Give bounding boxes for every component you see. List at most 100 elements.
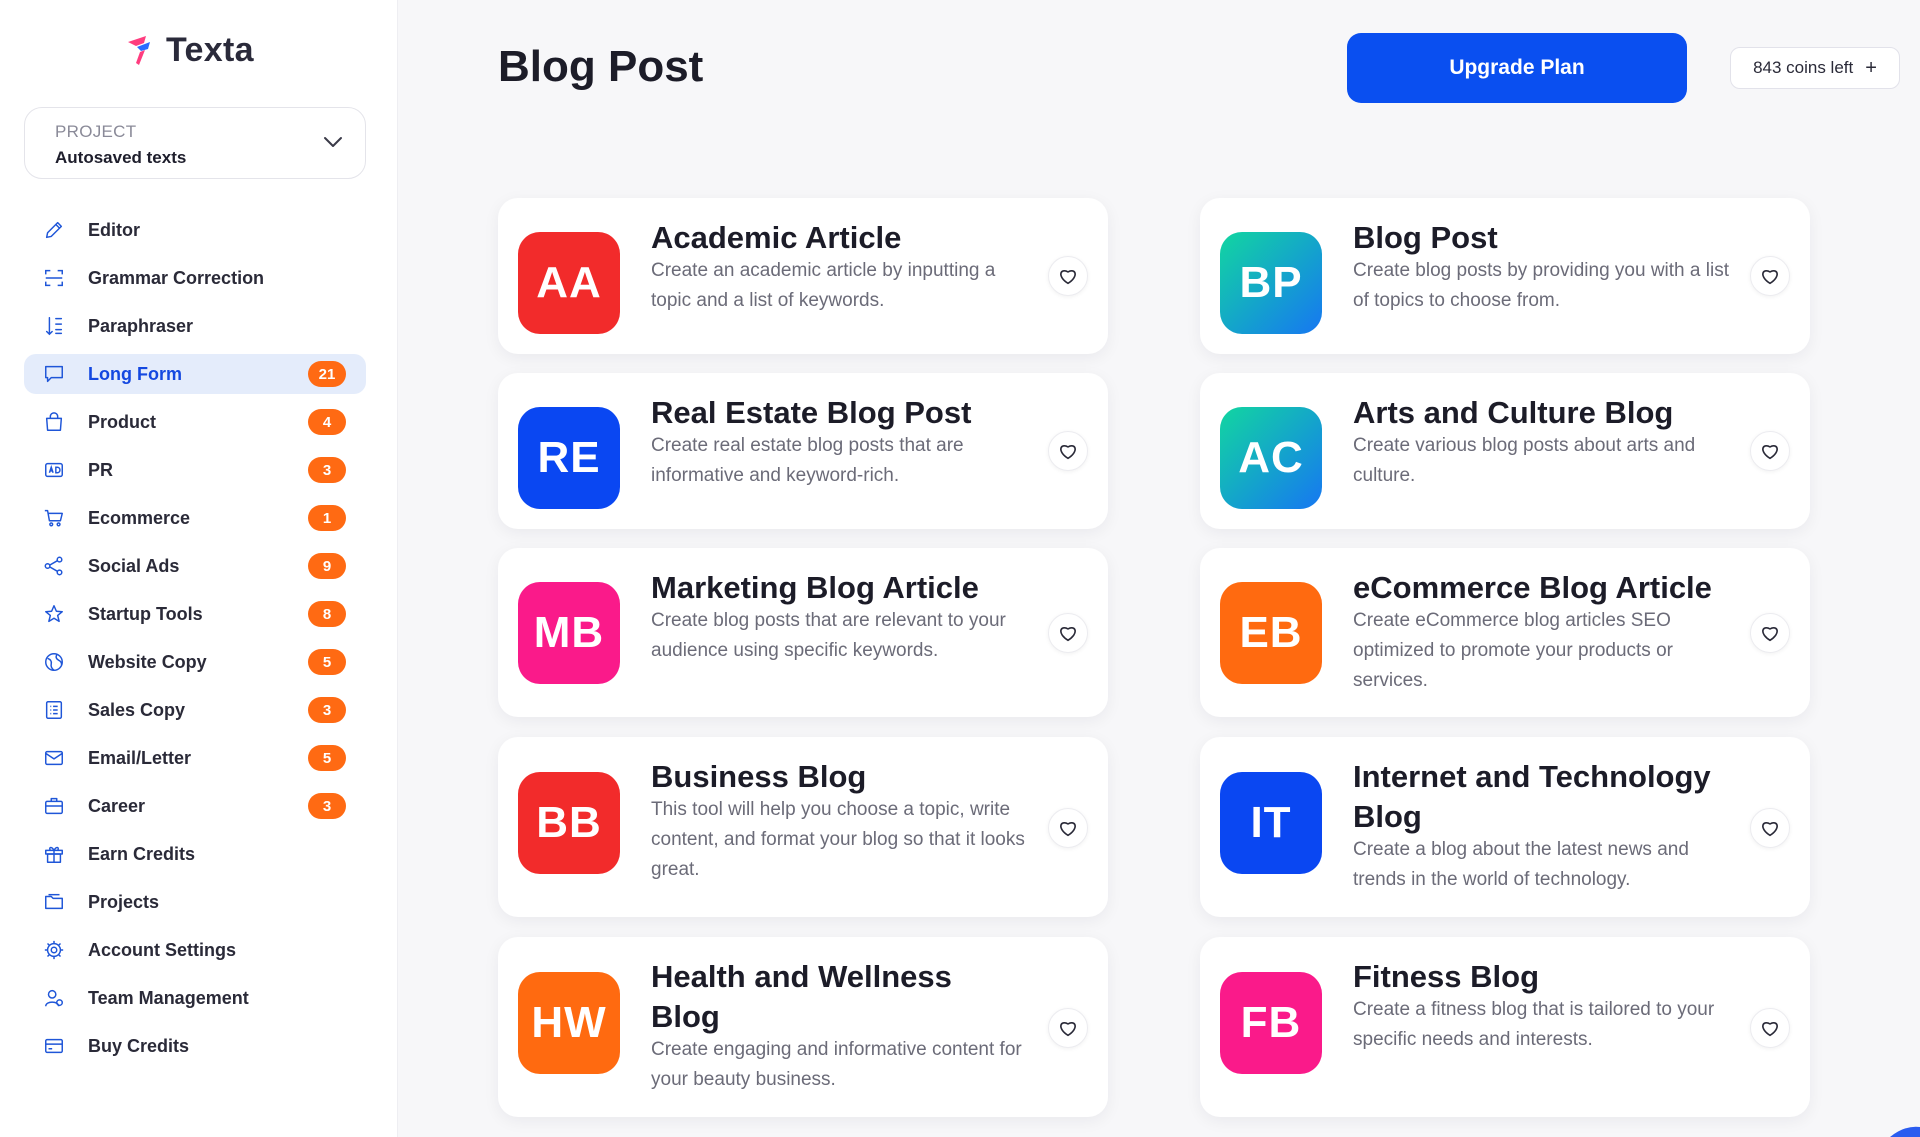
template-description: Create a blog about the latest news and … [1353,839,1689,890]
sidebar-item-earn-credits[interactable]: Earn Credits [24,834,366,874]
mail-icon [42,746,66,770]
sidebar-item-label: Product [88,411,157,432]
sidebar-item-paraphraser[interactable]: Paraphraser [24,306,366,346]
sidebar-item-label: Earn Credits [88,843,196,864]
sidebar-item-website-copy[interactable]: Website Copy 5 [24,642,366,682]
favorite-heart-icon[interactable] [1048,431,1088,471]
gear-icon [42,938,66,962]
template-card-business-blog[interactable]: BB Business Blog This tool will help you… [498,737,1108,917]
template-description: Create eCommerce blog articles SEO optim… [1353,610,1673,691]
template-description: Create an academic article by inputting … [651,260,996,311]
favorite-heart-icon[interactable] [1048,256,1088,296]
sidebar-item-long-form[interactable]: Long Form 21 [24,354,366,394]
sidebar-item-label: Sales Copy [88,699,186,720]
template-card-fitness-blog[interactable]: FB Fitness Blog Create a fitness blog th… [1200,937,1810,1117]
project-selector[interactable]: PROJECT Autosaved texts [24,107,366,179]
template-title: Health and Wellness Blog [651,959,952,1034]
count-badge: 1 [308,505,346,531]
sidebar-item-label: Ecommerce [88,507,191,528]
folder-icon [42,890,66,914]
template-card-health-and-wellness-blog[interactable]: HW Health and Wellness Blog Create engag… [498,937,1108,1117]
team-icon [42,986,66,1010]
sidebar-item-email-letter[interactable]: Email/Letter 5 [24,738,366,778]
upgrade-plan-button[interactable]: Upgrade Plan [1347,33,1687,103]
template-avatar: MB [518,582,620,684]
project-label: PROJECT [55,122,137,141]
sidebar-item-label: Social Ads [88,555,180,576]
favorite-heart-icon[interactable] [1750,613,1790,653]
texta-logo-icon [128,36,150,65]
sidebar-item-sales-copy[interactable]: Sales Copy 3 [24,690,366,730]
list-icon [42,698,66,722]
favorite-heart-icon[interactable] [1048,1008,1088,1048]
template-title: eCommerce Blog Article [1353,570,1712,605]
sidebar-item-ecommerce[interactable]: Ecommerce 1 [24,498,366,538]
sidebar-item-label: Buy Credits [88,1035,190,1056]
template-title: Fitness Blog [1353,959,1540,994]
template-title: Blog Post [1353,220,1498,255]
sidebar-item-label: Startup Tools [88,603,203,624]
briefcase-icon [42,794,66,818]
sidebar-item-label: Long Form [88,363,182,384]
template-avatar: RE [518,407,620,509]
coins-balance-button[interactable]: 843 coins left + [1730,47,1900,89]
template-avatar: HW [518,972,620,1074]
app-name: Texta [166,30,254,69]
template-card-marketing-blog-article[interactable]: MB Marketing Blog Article Create blog po… [498,548,1108,717]
sidebar-item-product[interactable]: Product 4 [24,402,366,442]
count-badge: 5 [308,745,346,771]
favorite-heart-icon[interactable] [1750,256,1790,296]
sidebar-item-projects[interactable]: Projects [24,882,366,922]
template-card-academic-article[interactable]: AA Academic Article Create an academic a… [498,198,1108,354]
gift-icon [42,842,66,866]
count-badge: 3 [308,697,346,723]
favorite-heart-icon[interactable] [1750,431,1790,471]
template-description: Create various blog posts about arts and… [1353,435,1696,486]
template-description: This tool will help you choose a topic, … [651,799,1025,880]
plus-icon: + [1865,56,1877,79]
sidebar-item-social-ads[interactable]: Social Ads 9 [24,546,366,586]
sidebar-item-pr[interactable]: PR 3 [24,450,366,490]
template-description: Create real estate blog posts that are i… [651,435,964,486]
sidebar-item-label: Account Settings [88,939,237,960]
coins-label: 843 coins left [1753,58,1854,77]
template-title: Real Estate Blog Post [651,395,972,430]
sidebar-item-grammar-correction[interactable]: Grammar Correction [24,258,366,298]
template-card-blog-post[interactable]: BP Blog Post Create blog posts by provid… [1200,198,1810,354]
sidebar-item-label: Team Management [88,987,249,1008]
count-badge: 5 [308,649,346,675]
template-card-internet-and-technology-blog[interactable]: IT Internet and Technology Blog Create a… [1200,737,1810,917]
sidebar-item-startup-tools[interactable]: Startup Tools 8 [24,594,366,634]
count-badge: 9 [308,553,346,579]
template-card-real-estate-blog-post[interactable]: RE Real Estate Blog Post Create real est… [498,373,1108,529]
favorite-heart-icon[interactable] [1048,808,1088,848]
sidebar-item-account-settings[interactable]: Account Settings [24,930,366,970]
sidebar-item-editor[interactable]: Editor [24,210,366,250]
chevron-down-icon [324,137,342,147]
ad-icon [42,458,66,482]
favorite-heart-icon[interactable] [1750,1008,1790,1048]
sidebar-nav: Editor Grammar Correction Paraphraser Lo… [24,210,366,1074]
bag-icon [42,410,66,434]
template-title: Academic Article [651,220,902,255]
favorite-heart-icon[interactable] [1048,613,1088,653]
page-title: Blog Post [498,42,704,91]
template-card-arts-and-culture-blog[interactable]: AC Arts and Culture Blog Create various … [1200,373,1810,529]
template-avatar: BP [1220,232,1322,334]
template-title: Business Blog [651,759,867,794]
count-badge: 8 [308,601,346,627]
sidebar-item-label: Email/Letter [88,747,192,768]
sidebar-item-buy-credits[interactable]: Buy Credits [24,1026,366,1066]
pencil-icon [42,218,66,242]
sidebar-item-team-management[interactable]: Team Management [24,978,366,1018]
star-icon [42,602,66,626]
chat-icon [42,362,66,386]
cart-icon [42,506,66,530]
sidebar-item-career[interactable]: Career 3 [24,786,366,826]
share-icon [42,554,66,578]
favorite-heart-icon[interactable] [1750,808,1790,848]
template-card-ecommerce-blog-article[interactable]: EB eCommerce Blog Article Create eCommer… [1200,548,1810,717]
template-description: Create blog posts by providing you with … [1353,260,1729,311]
app-logo[interactable]: Texta [124,28,254,72]
sidebar-item-label: Projects [88,891,160,912]
